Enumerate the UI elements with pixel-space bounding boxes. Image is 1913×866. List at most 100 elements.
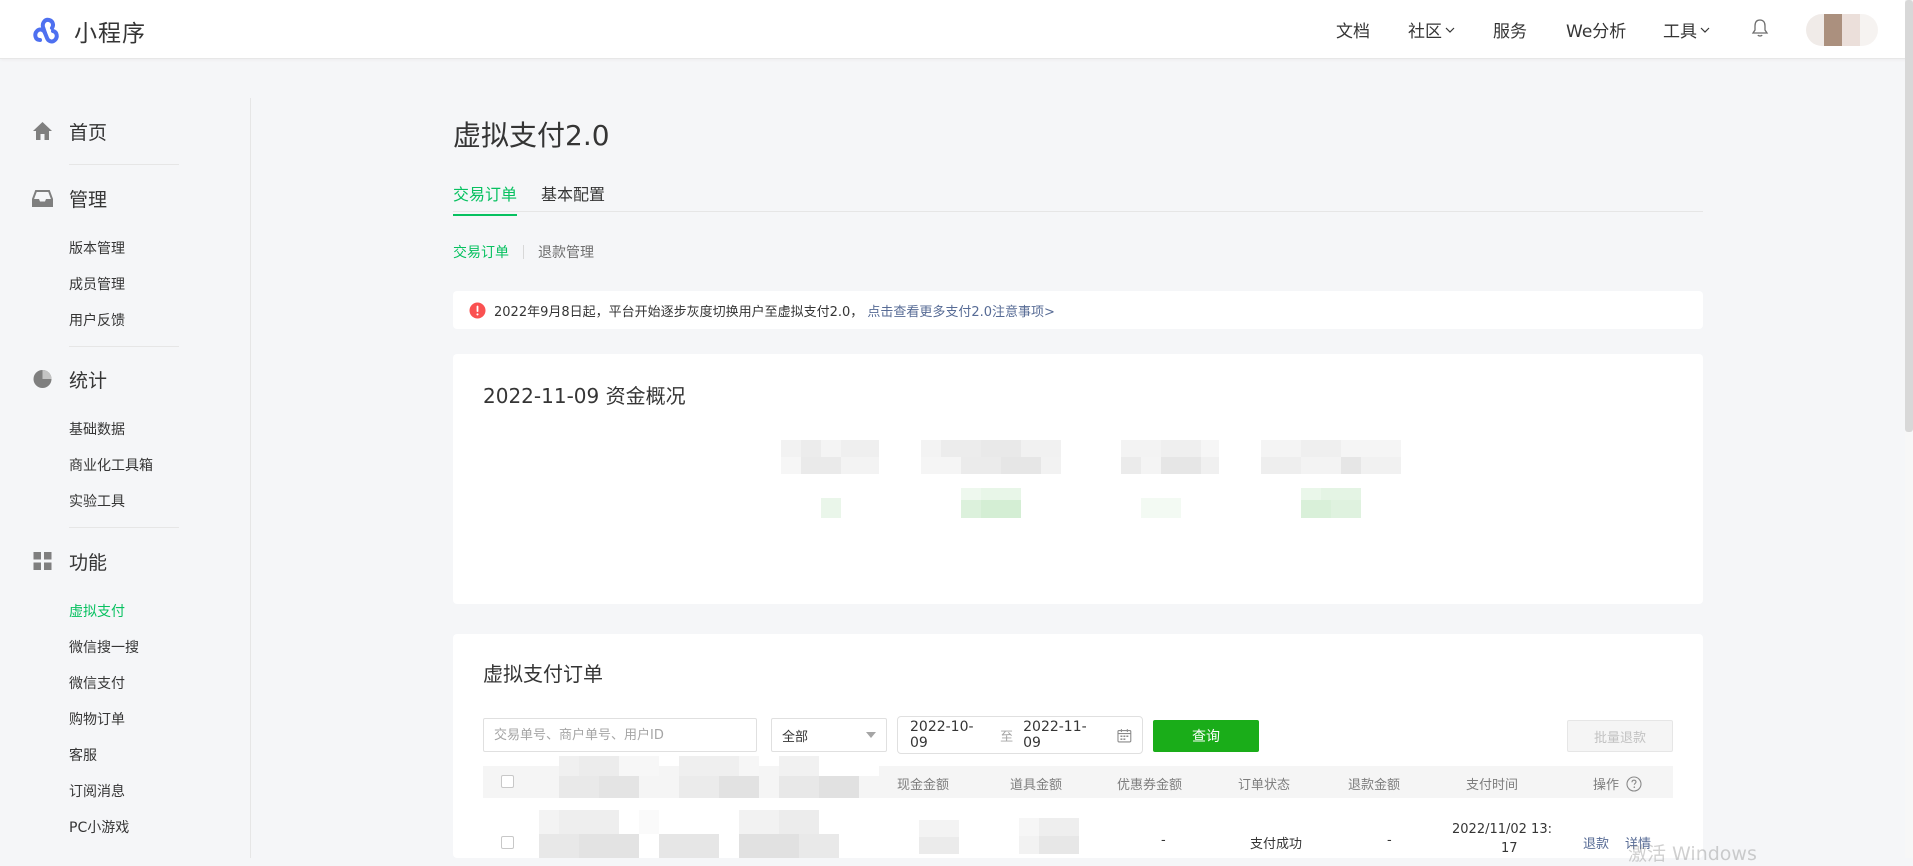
- bell-icon[interactable]: [1751, 18, 1769, 38]
- redacted-stat-value: [961, 488, 1021, 518]
- sidebar-item-label: 功能: [69, 551, 108, 574]
- sidebar-item-wechat-pay[interactable]: 微信支付: [0, 666, 250, 702]
- batch-refund-button[interactable]: 批量退款: [1567, 720, 1673, 752]
- subtab-refund-management[interactable]: 退款管理: [538, 242, 594, 262]
- home-icon: [33, 122, 52, 140]
- row-refund-link[interactable]: 退款: [1583, 833, 1609, 852]
- order-status-select[interactable]: 全部: [771, 718, 887, 752]
- app-logo[interactable]: 小程序: [32, 14, 146, 48]
- chevron-down-icon: [1700, 27, 1710, 33]
- sidebar-item-features[interactable]: 功能: [0, 544, 250, 578]
- user-avatar[interactable]: [1806, 14, 1878, 46]
- row-checkbox[interactable]: [501, 836, 514, 849]
- redacted-column-headers: [559, 756, 879, 798]
- fund-overview-title: 2022-11-09 资金概况: [483, 384, 686, 408]
- notice-link[interactable]: 点击查看更多支付2.0注意事项>: [867, 301, 1055, 320]
- page-title: 虚拟支付2.0: [453, 119, 610, 152]
- nav-we-analytics[interactable]: We分析: [1566, 17, 1626, 42]
- sidebar-item-experiment-tools[interactable]: 实验工具: [0, 484, 250, 520]
- sidebar-item-subscription-messages[interactable]: 订阅消息: [0, 774, 250, 810]
- redacted-stat-value: [821, 498, 841, 518]
- sidebar-item-commerce-toolbox[interactable]: 商业化工具箱: [0, 448, 250, 484]
- orders-table-header: 现金金额 道具金额 优惠券金额 订单状态 退款金额 支付时间 操作: [483, 756, 1673, 798]
- sidebar-item-shopping-orders[interactable]: 购物订单: [0, 702, 250, 738]
- windows-activation-watermark: 激活 Windows: [1628, 843, 1757, 865]
- redacted-row-cells: [539, 810, 879, 858]
- cell-pay-time-line2: 17: [1501, 841, 1518, 856]
- redacted-stat-label: [781, 440, 879, 474]
- nav-tools-label: 工具: [1663, 22, 1697, 42]
- sidebar-item-manage[interactable]: 管理: [0, 181, 250, 215]
- sidebar-divider: [69, 346, 179, 347]
- tab-transaction-orders[interactable]: 交易订单: [453, 181, 518, 216]
- nav-docs[interactable]: 文档: [1336, 17, 1370, 42]
- date-separator: 至: [1000, 729, 1014, 745]
- top-bar: 小程序 文档 社区 服务 We分析 工具: [0, 0, 1913, 59]
- sidebar-item-home[interactable]: 首页: [0, 114, 250, 148]
- nav-community[interactable]: 社区: [1408, 17, 1455, 42]
- sidebar-item-pc-minigame[interactable]: PC小游戏: [0, 810, 250, 846]
- sidebar-item-member-management[interactable]: 成员管理: [0, 267, 250, 303]
- nav-services[interactable]: 服务: [1493, 17, 1527, 42]
- sidebar-item-version-management[interactable]: 版本管理: [0, 231, 250, 267]
- orders-card: 虚拟支付订单 全部 2022-10-09 至 2022-11-09 查询 批量退…: [453, 634, 1703, 858]
- notice-bar: 2022年9月8日起，平台开始逐步灰度切换用户至虚拟支付2.0， 点击查看更多支…: [453, 291, 1703, 329]
- sidebar-section-stats: 统计 基础数据 商业化工具箱 实验工具: [0, 362, 250, 520]
- page-scrollbar-thumb[interactable]: [1905, 0, 1913, 432]
- sidebar: 首页 管理 版本管理 成员管理 用户反馈 统计 基础数据 商业化工具箱 实验工具: [0, 98, 251, 858]
- redacted-stat-label: [1121, 440, 1219, 474]
- column-header-actions: 操作: [1593, 774, 1642, 793]
- sidebar-item-label: 首页: [69, 121, 108, 144]
- sub-tabs: 交易订单 退款管理: [453, 242, 594, 262]
- cell-refund-amount: -: [1387, 833, 1392, 848]
- pie-chart-icon: [33, 370, 52, 388]
- nav-community-label: 社区: [1408, 22, 1442, 42]
- sidebar-item-wechat-search[interactable]: 微信搜一搜: [0, 630, 250, 666]
- orders-title: 虚拟支付订单: [483, 662, 603, 686]
- subtab-transaction-orders[interactable]: 交易订单: [453, 242, 509, 262]
- cell-pay-time-line1: 2022/11/02 13:: [1452, 822, 1552, 837]
- sidebar-item-stats[interactable]: 统计: [0, 362, 250, 396]
- column-header-item-amount: 道具金额: [1010, 778, 1063, 793]
- app-name: 小程序: [74, 21, 146, 47]
- subtab-divider: [523, 245, 524, 259]
- column-header-refund-amount: 退款金额: [1348, 778, 1401, 793]
- tab-basic-config[interactable]: 基本配置: [541, 181, 605, 214]
- query-button[interactable]: 查询: [1153, 720, 1259, 752]
- calendar-icon: [1117, 728, 1132, 742]
- date-range-picker[interactable]: 2022-10-09 至 2022-11-09: [897, 716, 1143, 754]
- cell-coupon-amount: -: [1161, 833, 1166, 848]
- help-icon[interactable]: [1626, 776, 1642, 792]
- chevron-down-icon: [1445, 27, 1455, 33]
- column-header-order-status: 订单状态: [1238, 778, 1291, 793]
- sidebar-item-label: 管理: [69, 188, 108, 211]
- order-search-input[interactable]: [483, 718, 757, 752]
- date-end: 2022-11-09: [1023, 719, 1087, 751]
- redacted-item-amount: [1019, 818, 1079, 854]
- nav-tools[interactable]: 工具: [1663, 17, 1710, 42]
- sidebar-section-manage: 管理 版本管理 成员管理 用户反馈: [0, 181, 250, 339]
- sidebar-section-features: 功能 虚拟支付 微信搜一搜 微信支付 购物订单 客服 订阅消息 PC小游戏: [0, 544, 250, 846]
- inbox-icon: [32, 190, 53, 207]
- sidebar-item-basic-data[interactable]: 基础数据: [0, 412, 250, 448]
- sidebar-item-customer-service[interactable]: 客服: [0, 738, 250, 774]
- column-header-pay-time: 支付时间: [1466, 778, 1519, 793]
- grid-icon: [33, 552, 52, 570]
- sidebar-section-home: 首页: [0, 114, 250, 148]
- date-start: 2022-10-09: [910, 719, 974, 751]
- notice-text: 2022年9月8日起，平台开始逐步灰度切换用户至虚拟支付2.0，: [494, 304, 864, 320]
- caret-down-icon: [866, 732, 876, 738]
- sidebar-item-virtual-payment[interactable]: 虚拟支付: [0, 594, 250, 630]
- main-tabs: 交易订单 基本配置: [453, 176, 1703, 216]
- select-all-checkbox[interactable]: [501, 775, 514, 788]
- redacted-stat-label: [1261, 440, 1401, 474]
- nav-services-label: 服务: [1493, 22, 1527, 42]
- column-header-coupon-amount: 优惠券金额: [1117, 778, 1183, 793]
- nav-we-analytics-label: We分析: [1566, 22, 1627, 42]
- sidebar-item-user-feedback[interactable]: 用户反馈: [0, 303, 250, 339]
- mini-program-logo-icon: [33, 17, 59, 44]
- redacted-cash-amount: [919, 820, 959, 854]
- column-header-cash-amount: 现金金额: [897, 778, 950, 793]
- redacted-stat-label: [921, 440, 1061, 474]
- fund-overview-card: 2022-11-09 资金概况: [453, 354, 1703, 604]
